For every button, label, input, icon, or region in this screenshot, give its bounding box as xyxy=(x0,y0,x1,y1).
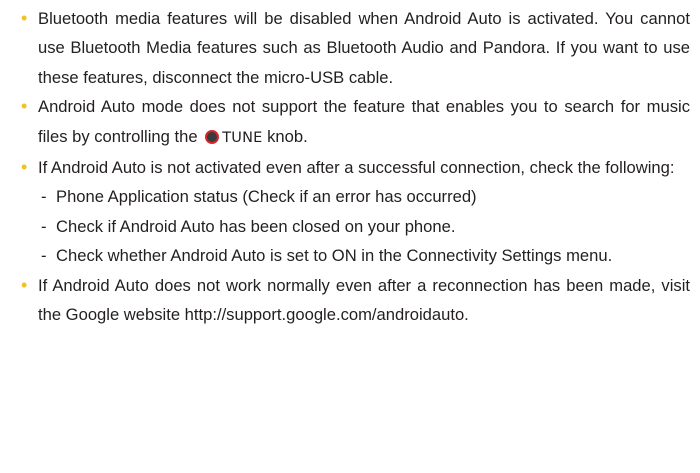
manual-page: • Bluetooth media features will be disab… xyxy=(0,0,700,473)
checklist-item: - Check if Android Auto has been closed … xyxy=(38,212,690,241)
dash-marker: - xyxy=(41,216,47,236)
bullet-icon: • xyxy=(21,157,28,178)
tune-knob-label: TUNE xyxy=(222,129,263,146)
note-text: If Android Auto is not activated even af… xyxy=(38,158,675,178)
notes-list: • Bluetooth media features will be disab… xyxy=(20,4,690,329)
note-text: Android Auto mode does not support the f… xyxy=(38,97,690,146)
note-not-activated: • If Android Auto is not activated even … xyxy=(20,153,690,271)
note-reconnection: • If Android Auto does not work normally… xyxy=(20,271,690,330)
dash-marker: - xyxy=(41,187,47,207)
dash-marker: - xyxy=(41,246,47,266)
note-tune-knob: • Android Auto mode does not support the… xyxy=(20,92,690,153)
bullet-icon: • xyxy=(21,8,28,28)
bullet-icon: • xyxy=(21,274,28,295)
checklist-item: - Check whether Android Auto is set to O… xyxy=(38,241,690,270)
checklist-item: - Phone Application status (Check if an … xyxy=(38,182,690,211)
bullet-icon: • xyxy=(21,96,28,117)
knob-icon xyxy=(205,129,220,144)
checklist-text: Check if Android Auto has been closed on… xyxy=(56,216,456,236)
note-bluetooth-media: • Bluetooth media features will be disab… xyxy=(20,4,690,92)
note-text: Bluetooth media features will be disable… xyxy=(38,9,690,87)
note-text: If Android Auto does not work normally e… xyxy=(38,275,690,325)
checklist-text: Phone Application status (Check if an er… xyxy=(56,187,477,207)
checklist: - Phone Application status (Check if an … xyxy=(38,182,690,270)
checklist-text: Check whether Android Auto is set to ON … xyxy=(56,246,613,266)
note-text-end: knob. xyxy=(267,126,308,146)
